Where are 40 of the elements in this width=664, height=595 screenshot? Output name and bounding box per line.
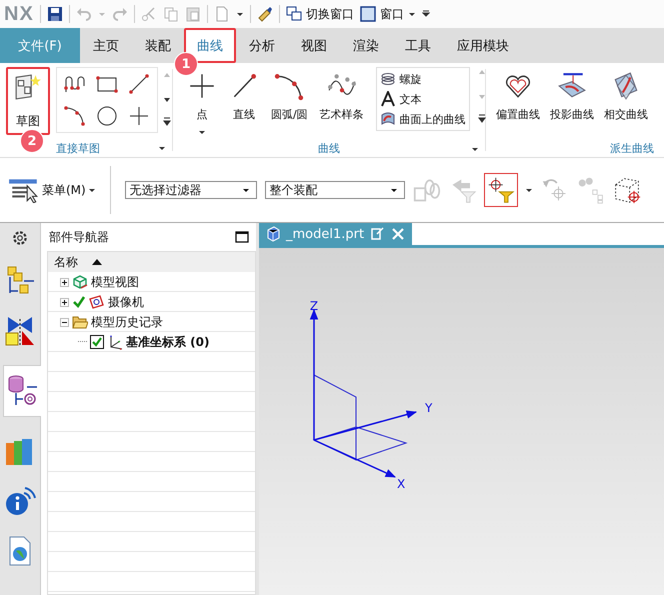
axis-label: X — [397, 477, 406, 491]
axis-label: Y — [425, 401, 432, 415]
offset-curve-button[interactable]: 偏置曲线 — [492, 67, 544, 126]
graphics-viewport[interactable]: Z Y X — [259, 248, 664, 595]
group-title: 直接草图 — [56, 140, 100, 156]
ribbon-tab[interactable]: 视图 — [288, 28, 340, 63]
curve-list-item[interactable]: 曲面上的曲线 — [380, 110, 466, 128]
tree-row[interactable]: 模型视图 — [48, 272, 255, 292]
tree-label: 模型视图 — [91, 274, 139, 290]
curve-list-item[interactable]: 螺旋 — [380, 70, 466, 88]
ribbon-tab[interactable]: 渲染 — [340, 28, 392, 63]
group-title: 派生曲线 — [610, 140, 654, 156]
document-name: _model1.prt — [286, 226, 364, 242]
ribbon-tab[interactable]: 工具 — [392, 28, 444, 63]
step-marker: 2 — [20, 129, 44, 153]
tree-label: 模型历史记录 — [91, 314, 163, 330]
ribbon-tab[interactable]: 主页 — [80, 28, 132, 63]
tree-row[interactable]: 基准坐标系 (0) — [48, 332, 255, 352]
column-header[interactable]: 名称 — [48, 252, 255, 272]
curve-list-item[interactable]: 文本 — [380, 90, 466, 108]
ribbon-tab[interactable]: 分析 — [236, 28, 288, 63]
tree-label: 基准坐标系 (0) — [126, 334, 210, 350]
tree-label: 摄像机 — [108, 294, 144, 310]
window-menu-button[interactable]: 窗口 — [360, 6, 416, 22]
switch-window-button[interactable]: 切换窗口 — [286, 6, 354, 22]
axis-label: Z — [310, 299, 318, 313]
ribbon-tab[interactable]: 应用模块 — [444, 28, 522, 63]
line-button[interactable]: 直线 — [225, 67, 263, 126]
tree-row[interactable]: 模型历史记录 — [48, 312, 255, 332]
panel-title: 部件导航器 — [49, 228, 109, 246]
tree-row[interactable]: 摄像机 — [48, 292, 255, 312]
group-title: 曲线 — [318, 141, 340, 156]
assembly-scope-dropdown[interactable]: 整个装配 — [264, 181, 405, 199]
selection-filter-dropdown[interactable]: 无选择过滤器 — [124, 181, 257, 199]
project-curve-button[interactable]: 投影曲线 — [546, 67, 598, 126]
menu-button[interactable]: 菜单(M) — [8, 177, 96, 203]
spline-button[interactable]: 艺术样条 — [316, 67, 368, 126]
arc-button[interactable]: 圆弧/圆 — [267, 67, 312, 126]
logo: NX — [4, 2, 34, 26]
intersect-curve-button[interactable]: 相交曲线 — [600, 67, 652, 126]
